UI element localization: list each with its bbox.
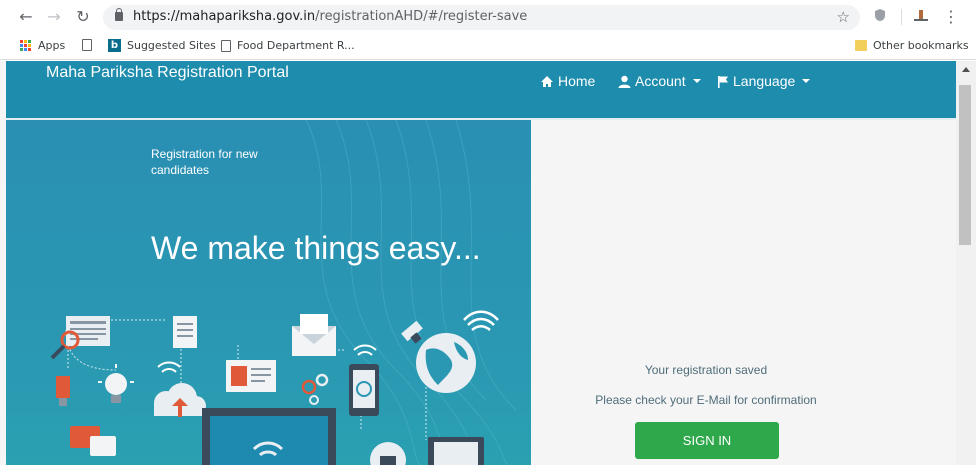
- wifi-icon: [463, 310, 499, 331]
- address-bar[interactable]: https://mahapariksha.gov.in/registration…: [103, 5, 860, 30]
- id-card-icon: [226, 360, 276, 392]
- flag-icon: [718, 75, 728, 88]
- lock-icon: [115, 8, 123, 21]
- apps-grid-icon: [20, 39, 32, 52]
- profile-extension-icon[interactable]: [913, 8, 929, 22]
- tablet-icon: [428, 437, 484, 465]
- forward-arrow-icon[interactable]: →: [44, 7, 64, 27]
- bookmark-suggested-sites[interactable]: b Suggested Sites: [108, 39, 216, 52]
- other-bookmarks[interactable]: Other bookmarks: [855, 39, 969, 52]
- registration-saved-message: Your registration saved: [644, 363, 768, 377]
- hero-subtitle: Registration for new candidates: [151, 147, 258, 177]
- document-icon: [173, 316, 197, 348]
- bookmark-food-department[interactable]: Food Department R...: [221, 39, 355, 52]
- brand-title[interactable]: Maha Pariksha Registration Portal: [46, 64, 289, 82]
- hero-banner: Registration for new candidates We make …: [6, 118, 531, 465]
- shield-extension-icon[interactable]: [874, 8, 886, 22]
- nav-language[interactable]: Language: [717, 73, 811, 89]
- caret-down-icon: [692, 79, 701, 83]
- page-icon[interactable]: [82, 39, 92, 51]
- registration-panel: Your registration saved Please check you…: [531, 118, 956, 465]
- bookmark-label: Suggested Sites: [127, 39, 216, 52]
- padlock-icon: [370, 442, 406, 465]
- menu-kebab-icon[interactable]: ⋮: [941, 7, 961, 27]
- url-text: https://mahapariksha.gov.in/registration…: [133, 9, 528, 24]
- envelope-icon: [292, 314, 336, 356]
- page-icon: [82, 39, 92, 51]
- nav-home[interactable]: Home: [540, 73, 595, 89]
- scrollbar-thumb[interactable]: [959, 85, 971, 245]
- reload-icon[interactable]: ↻: [73, 7, 93, 27]
- bookmark-label: Apps: [38, 39, 66, 52]
- page-viewport: Maha Pariksha Registration Portal Home A…: [0, 61, 976, 465]
- email-confirmation-message: Please check your E-Mail for confirmatio…: [595, 393, 817, 407]
- bookmark-star-icon[interactable]: ☆: [837, 8, 850, 26]
- smartphone-icon: [349, 364, 379, 416]
- back-arrow-icon[interactable]: ←: [16, 7, 36, 27]
- scroll-up-arrow-icon[interactable]: [962, 67, 970, 72]
- globe-icon: [416, 333, 476, 393]
- toolbar-divider: [901, 9, 902, 25]
- bookmark-label: Food Department R...: [237, 39, 355, 52]
- main-content: Registration for new candidates We make …: [6, 118, 956, 465]
- gears-icon: [301, 373, 329, 405]
- user-icon: [618, 75, 631, 88]
- nav-account[interactable]: Account: [618, 73, 701, 89]
- nav-home-label: Home: [558, 73, 596, 89]
- sign-in-button[interactable]: SIGN IN: [635, 422, 779, 459]
- page-scrollbar[interactable]: [956, 61, 976, 465]
- cloud-upload-icon: [154, 383, 206, 417]
- nav-language-label: Language: [733, 73, 796, 89]
- caret-down-icon: [802, 79, 811, 83]
- folder-icon: [855, 40, 867, 51]
- home-icon: [541, 75, 553, 87]
- bing-icon: b: [108, 39, 121, 52]
- background-wave-lines: [305, 120, 517, 465]
- site-header: Maha Pariksha Registration Portal Home A…: [6, 61, 956, 118]
- page-icon: [221, 39, 231, 52]
- hero-title: We make things easy...: [151, 230, 481, 266]
- usb-drive-icon: [56, 376, 70, 406]
- bookmarks-bar: Apps b Suggested Sites Food Department R…: [0, 34, 976, 60]
- other-bookmarks-label: Other bookmarks: [873, 39, 969, 52]
- bookmark-apps[interactable]: Apps: [20, 39, 65, 52]
- laptop-icon: [202, 408, 336, 465]
- chat-bubble-icon: [70, 426, 116, 456]
- browser-toolbar: ← → ↻ https://mahapariksha.gov.in/regist…: [0, 0, 976, 34]
- nav-account-label: Account: [635, 73, 686, 89]
